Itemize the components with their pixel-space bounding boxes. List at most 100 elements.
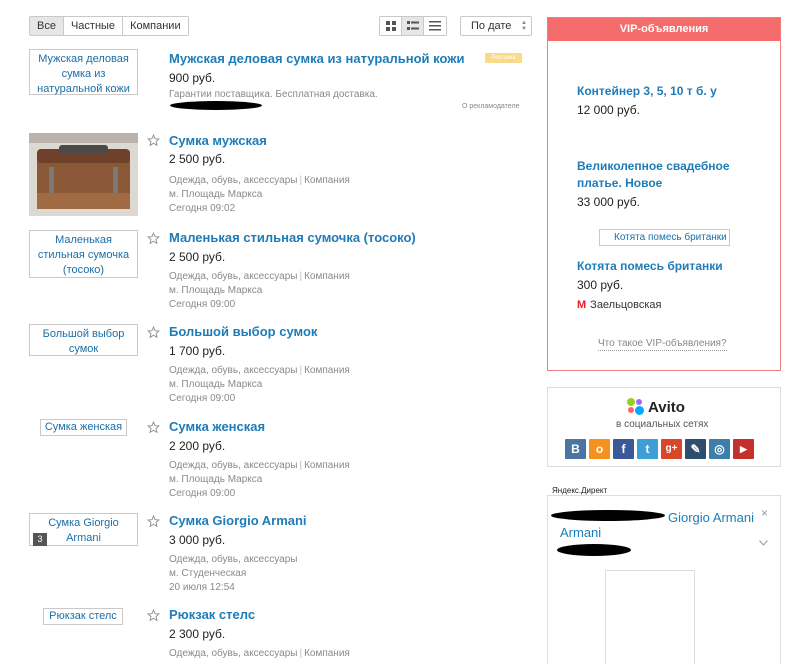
avito-logo-icon [627, 398, 645, 416]
tab-companies[interactable]: Компании [123, 17, 188, 35]
ad-badge: Реклама [485, 53, 522, 63]
vip-item-title[interactable]: Котята помесь британки [577, 258, 723, 275]
favorite-star-icon[interactable] [147, 134, 160, 147]
yandex-ad-title-cont[interactable]: Armani [560, 525, 610, 540]
youtube-icon[interactable]: ▶ [733, 439, 754, 459]
listing-title[interactable]: Сумка женская [169, 419, 265, 435]
listing-location: м. Площадь Маркса [169, 285, 263, 296]
photo-count: 3 [37, 534, 43, 544]
vk-icon[interactable]: В [565, 439, 586, 459]
vip-item-title[interactable]: Контейнер 3, 5, 10 т б. у [577, 83, 717, 100]
list-view-icon [406, 21, 419, 30]
view-mode-toggle [379, 16, 447, 36]
vip-item-price: 33 000 руб. [577, 195, 640, 209]
vip-item-price: 12 000 руб. [577, 103, 640, 117]
vip-item-title[interactable]: Великолепное свадебное платье. Новое [577, 158, 757, 192]
listing-image[interactable]: Большой выбор сумок [29, 324, 138, 356]
metro-icon: M [577, 299, 587, 311]
listing-title[interactable]: Маленькая стильная сумочка (тосоко) [169, 230, 416, 246]
favorite-star-icon[interactable] [147, 421, 160, 434]
list-item: Маленькая стильная сумочка (тосоко) Мале… [0, 230, 540, 314]
listing-location: м. Площадь Маркса [169, 474, 263, 485]
listing-category: Одежда, обувь, аксессуары [169, 175, 298, 186]
listing-image[interactable]: Сумка женская [40, 419, 127, 436]
listing-price: 2 300 руб. [169, 627, 226, 641]
favorite-star-icon[interactable] [147, 326, 160, 339]
listing-price: 900 руб. [169, 71, 216, 85]
listing-image[interactable]: Маленькая стильная сумочка (тосоко) [29, 230, 138, 278]
facebook-icon[interactable]: f [613, 439, 634, 459]
listing-date: Сегодня 09:00 [169, 393, 236, 404]
favorite-star-icon[interactable] [147, 232, 160, 245]
vip-item-metro: M Заельцовская [577, 299, 661, 311]
listing-price: 2 500 руб. [169, 250, 226, 264]
listing-title[interactable]: Сумка Giorgio Armani [169, 513, 307, 529]
list-item: Сумка женская Сумка женская 2 200 руб. О… [0, 419, 540, 503]
listing-category-line: Одежда, обувь, аксессуары | Компания [169, 647, 350, 661]
vip-info-link[interactable]: Что такое VIP-объявления? [598, 338, 727, 351]
listing-image[interactable]: Мужская деловая сумка из натуральной кож… [29, 49, 138, 95]
listing-title[interactable]: Мужская деловая сумка из натуральной кож… [169, 51, 464, 67]
tab-private[interactable]: Частные [63, 17, 124, 35]
photo-count-badge: 3 [33, 533, 47, 546]
compact-view-button[interactable] [424, 17, 446, 35]
tab-all[interactable]: Все [30, 17, 64, 35]
listing-category: Одежда, обувь, аксессуары [169, 554, 298, 565]
listing-title[interactable]: Сумка мужская [169, 133, 267, 149]
vip-header: VIP-объявления [548, 18, 780, 41]
instagram-icon[interactable]: ◎ [709, 439, 730, 459]
grid-view-button[interactable] [380, 17, 402, 35]
listing-location: м. Площадь Маркса [169, 379, 263, 390]
sort-select[interactable]: По дате ▲ ▼ [460, 16, 532, 36]
listing-category: Одежда, обувь, аксессуары [169, 365, 298, 376]
listing-category: Одежда, обувь, аксессуары [169, 271, 298, 282]
listing-image[interactable]: Рюкзак стелс [43, 608, 123, 625]
listing-seller: Компания [304, 271, 350, 282]
google-plus-icon[interactable]: g+ [661, 439, 682, 459]
vip-item-image[interactable]: Котята помесь британки [599, 229, 730, 246]
listing-photo[interactable] [29, 133, 138, 216]
yandex-ad-image[interactable] [605, 570, 695, 664]
listing-price: 3 000 руб. [169, 533, 226, 547]
close-icon[interactable]: × [761, 506, 768, 520]
yandex-ad-title[interactable]: Giorgio Armani [668, 510, 768, 525]
listing-category-line: Одежда, обувь, аксессуары | Компания [169, 270, 350, 284]
avito-social-subtitle: в социальных сетях [616, 419, 709, 430]
listing-location: м. Студенческая [169, 568, 247, 579]
seller-filter-tabs: Все Частные Компании [29, 16, 189, 36]
listing-category-line: Одежда, обувь, аксессуары | Компания [169, 459, 350, 473]
avito-brand: Avito [648, 398, 685, 416]
chevron-down-icon[interactable] [759, 540, 768, 546]
vip-item-price: 300 руб. [577, 278, 624, 292]
favorite-star-icon[interactable] [147, 609, 160, 622]
listing-title[interactable]: Большой выбор сумок [169, 324, 317, 340]
odnoklassniki-icon[interactable]: о [589, 439, 610, 459]
list-view-button[interactable] [402, 17, 424, 35]
listing-category-line: Одежда, обувь, аксессуары | Компания [169, 174, 350, 188]
yandex-direct-ad: Giorgio Armani Armani × [547, 495, 781, 664]
redaction-mark [551, 510, 665, 521]
twitter-icon[interactable]: t [637, 439, 658, 459]
listing-date: 20 июля 12:54 [169, 582, 235, 593]
listing-title[interactable]: Рюкзак стелс [169, 607, 255, 623]
favorite-star-icon[interactable] [147, 515, 160, 528]
avito-social-widget: Avito в социальных сетях В о f t g+ ✎ ◎ … [547, 387, 781, 467]
about-advertiser-link[interactable]: О рекламодателе [462, 103, 519, 110]
listing-category: Одежда, обувь, аксессуары [169, 648, 298, 659]
listing-seller: Компания [304, 365, 350, 376]
avito-logo: Avito [627, 398, 685, 416]
listing-seller: Компания [304, 175, 350, 186]
listing-seller: Компания [304, 460, 350, 471]
metro-station: Заельцовская [590, 299, 662, 311]
listing-note: Гарантии поставщика. Бесплатная доставка… [169, 89, 378, 100]
vip-ads-panel: VIP-объявления Контейнер 3, 5, 10 т б. у… [547, 17, 781, 371]
livejournal-icon[interactable]: ✎ [685, 439, 706, 459]
yandex-direct-label: Яндекс.Директ [552, 486, 608, 495]
listing-category: Одежда, обувь, аксессуары [169, 460, 298, 471]
list-item: Сумка мужская 2 500 руб. Одежда, обувь, … [0, 132, 540, 216]
compact-view-icon [429, 21, 441, 31]
sort-arrows-icon: ▲ ▼ [521, 20, 527, 32]
bag-photo-image [29, 133, 138, 216]
sort-select-value: По дате [471, 20, 512, 32]
listing-location: м. Площадь Маркса [169, 189, 263, 200]
